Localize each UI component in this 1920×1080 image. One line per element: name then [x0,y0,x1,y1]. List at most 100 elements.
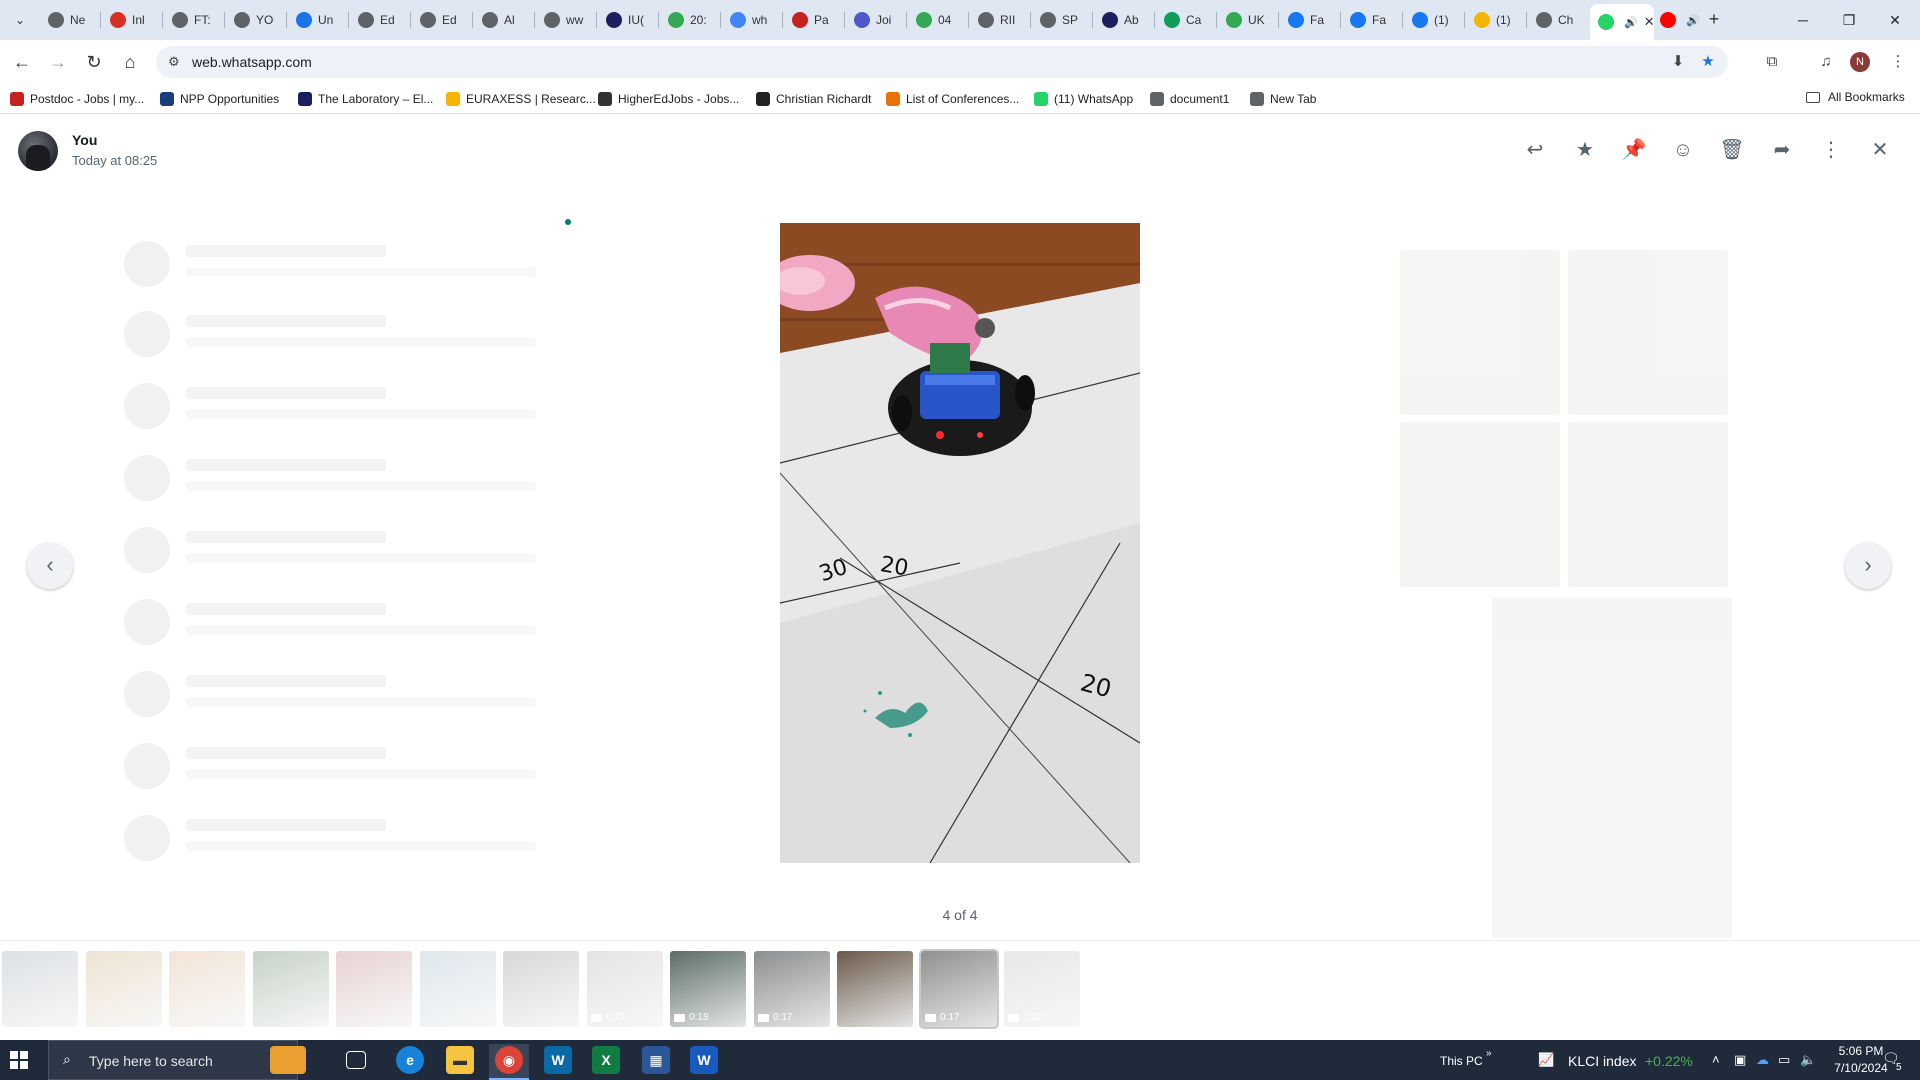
forward-icon[interactable]: ➦ [1769,137,1795,163]
minimize-button[interactable]: ─ [1780,0,1826,40]
webex-icon[interactable]: W [544,1046,572,1074]
url-text[interactable]: web.whatsapp.com [192,54,312,70]
browser-tab-3[interactable]: FT: [164,6,222,34]
bookmark-item[interactable]: Postdoc - Jobs | my... [10,90,144,108]
back-button[interactable]: ← [10,50,34,74]
bookmark-item[interactable]: The Laboratory – El... [298,90,433,108]
audio-playing-icon[interactable]: 🔊 [1686,14,1700,27]
sender-avatar[interactable] [18,131,58,171]
browser-tab-4[interactable]: YO [226,6,284,34]
media-thumbnail[interactable] [86,951,162,1027]
excel-icon[interactable]: X [592,1046,620,1074]
this-pc-label[interactable]: This PC [1440,1054,1483,1068]
browser-tab-14[interactable]: Joi [846,6,904,34]
extensions-icon[interactable]: ⧉ [1760,50,1784,74]
pin-icon[interactable]: 📌 [1621,137,1647,163]
file-explorer-icon[interactable]: ▬ [446,1046,474,1074]
bookmark-item[interactable]: document1 [1150,90,1229,108]
forward-button[interactable]: → [46,50,70,74]
browser-tab-19[interactable]: Ca [1156,6,1214,34]
ticker-name[interactable]: KLCI index [1568,1053,1636,1069]
browser-tab-11[interactable]: 20: [660,6,718,34]
reload-button[interactable]: ↻ [82,50,106,74]
browser-tab-7[interactable]: Ed [412,6,470,34]
onedrive-cloud-icon[interactable]: ☁ [1756,1052,1769,1068]
bookmark-item[interactable]: List of Conferences... [886,90,1019,108]
media-thumbnail[interactable] [336,951,412,1027]
home-button[interactable]: ⌂ [118,50,142,74]
edge-browser-icon[interactable]: e [396,1046,424,1074]
media-thumbnail[interactable]: 0:18 [670,951,746,1027]
reply-icon[interactable]: ↩ [1522,137,1548,163]
site-info-icon[interactable]: ⚙ [168,54,180,70]
browser-tab-26[interactable]: 🔊 ✕ [1590,4,1654,40]
media-thumbnail[interactable] [169,951,245,1027]
media-thumbnail[interactable] [2,951,78,1027]
close-window-button[interactable]: ✕ [1872,0,1918,40]
restore-button[interactable]: ❐ [1826,0,1872,40]
next-media-button[interactable]: › [1845,543,1891,589]
media-thumbnail[interactable]: 0:10 [1004,951,1080,1027]
expand-toolbar-icon[interactable]: » [1486,1048,1492,1059]
browser-tab-22[interactable]: Fa [1342,6,1400,34]
all-bookmarks-button[interactable]: All Bookmarks [1806,90,1905,104]
bookmark-item[interactable]: (11) WhatsApp [1034,90,1133,108]
browser-tab-6[interactable]: Ed [350,6,408,34]
bookmark-item[interactable]: HigherEdJobs - Jobs... [598,90,739,108]
chrome-taskbar-icon[interactable]: ◉ [495,1046,523,1074]
chrome-menu-icon[interactable]: ⋮ [1886,50,1910,74]
audio-playing-icon[interactable]: 🔊 [1624,16,1638,29]
browser-tab-25[interactable]: Ch [1528,6,1586,34]
more-options-icon[interactable]: ⋮ [1818,137,1844,163]
media-control-icon[interactable]: ♫ [1814,50,1838,74]
task-view-icon[interactable] [346,1051,366,1069]
new-tab-button[interactable]: + [1702,8,1726,32]
browser-tab-24[interactable]: (1) [1466,6,1524,34]
network-icon[interactable]: ▭ [1778,1052,1790,1068]
bookmark-item[interactable]: NPP Opportunities [160,90,279,108]
search-highlight-icon[interactable] [270,1046,306,1074]
sender-name[interactable]: You [72,132,97,148]
ticker-change[interactable]: +0.22% [1645,1053,1693,1069]
media-thumbnail[interactable]: 0:17 [754,951,830,1027]
browser-tab-1[interactable]: Ne [40,6,98,34]
browser-tab-10[interactable]: IU( [598,6,656,34]
bookmark-item[interactable]: Christian Richardt [756,90,871,108]
browser-tab-8[interactable]: Al [474,6,532,34]
meet-now-icon[interactable]: ▣ [1734,1052,1746,1068]
browser-tab-23[interactable]: (1) [1404,6,1462,34]
bookmark-item[interactable]: New Tab [1250,90,1316,108]
media-image[interactable]: 30 20 20 [780,223,1140,863]
browser-tab-13[interactable]: Pa [784,6,842,34]
media-thumbnail[interactable] [420,951,496,1027]
previous-media-button[interactable]: ‹ [27,543,73,589]
browser-tab-15[interactable]: 04 [908,6,966,34]
volume-icon[interactable]: 🔈 [1800,1052,1816,1068]
show-hidden-icons-chevron[interactable]: ˄ [1712,1052,1720,1067]
delete-icon[interactable]: 🗑 [1719,137,1745,163]
word-icon[interactable]: W [690,1046,718,1074]
browser-tab-17[interactable]: SP [1032,6,1090,34]
browser-tab-20[interactable]: UK [1218,6,1276,34]
taskbar-search-box[interactable]: ⌕ Type here to search [48,1040,298,1080]
media-thumbnail[interactable]: 0:17 [919,949,999,1029]
browser-tab-12[interactable]: wh [722,6,780,34]
react-emoji-icon[interactable]: ☺ [1670,137,1696,163]
install-app-icon[interactable]: ⬇ [1668,52,1688,72]
media-thumbnail[interactable] [503,951,579,1027]
media-thumbnail[interactable] [837,951,913,1027]
browser-tab-5[interactable]: Un [288,6,346,34]
star-message-icon[interactable]: ★ [1572,137,1598,163]
media-thumbnail[interactable] [253,951,329,1027]
close-viewer-icon[interactable]: ✕ [1867,137,1893,163]
browser-tab-18[interactable]: Ab [1094,6,1152,34]
bookmark-star-icon[interactable]: ★ [1698,52,1718,72]
browser-tab-2[interactable]: Inl [102,6,160,34]
browser-tab-16[interactable]: RII [970,6,1028,34]
browser-tab-9[interactable]: ww [536,6,594,34]
calculator-icon[interactable]: ▦ [642,1046,670,1074]
address-bar[interactable]: ⚙ web.whatsapp.com ⬇ ★ [156,46,1728,78]
profile-avatar[interactable]: N [1850,52,1870,72]
media-thumbnail[interactable]: 0:15 [587,951,663,1027]
tab-search-chevron-icon[interactable]: ⌄ [8,8,32,32]
